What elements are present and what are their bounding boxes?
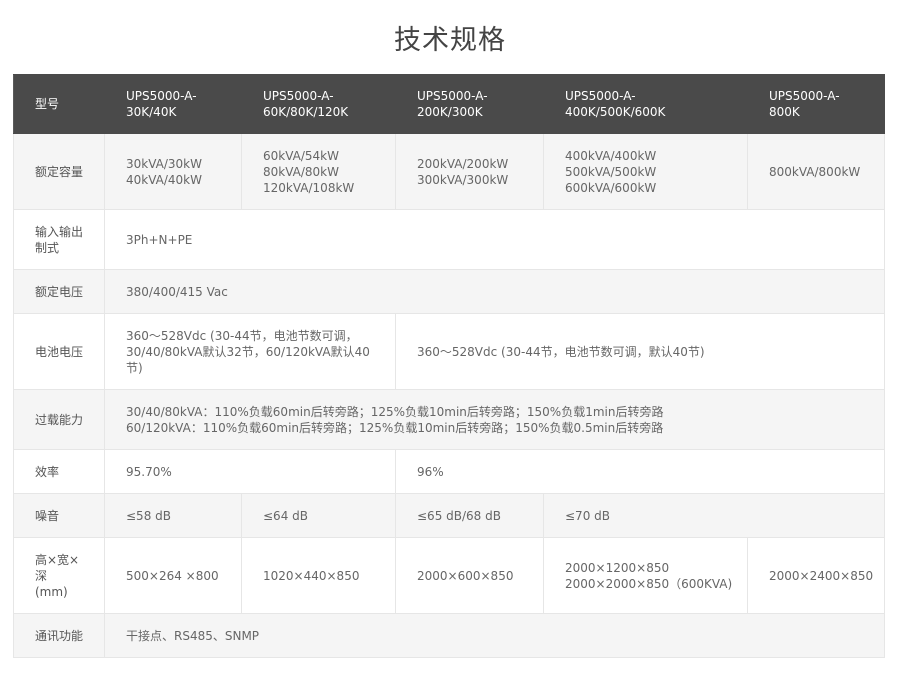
table-cell: 干接点、RS485、SNMP [104, 613, 885, 658]
table-row-communication: 通讯功能 干接点、RS485、SNMP [13, 613, 885, 658]
table-cell: 96% [395, 449, 885, 494]
table-row-efficiency: 效率 95.70% 96% [13, 449, 885, 494]
row-label: 通讯功能 [13, 613, 105, 658]
row-label: 额定电压 [13, 269, 105, 314]
spec-table: 型号 UPS5000-A- 30K/40K UPS5000-A- 60K/80K… [13, 74, 885, 658]
row-label: 输入输出 制式 [13, 209, 105, 270]
table-cell: ≤70 dB [543, 493, 885, 538]
table-cell: 30kVA/30kW 40kVA/40kW [104, 133, 242, 210]
table-cell: 360～528Vdc (30-44节，电池节数可调， 30/40/80kVA默认… [104, 313, 396, 390]
table-row-rated-capacity: 额定容量 30kVA/30kW 40kVA/40kW 60kVA/54kW 80… [13, 133, 885, 210]
table-row-io-system: 输入输出 制式 3Ph+N+PE [13, 209, 885, 270]
table-cell: 2000×600×850 [395, 537, 544, 614]
table-cell: 1020×440×850 [241, 537, 396, 614]
row-label: 噪音 [13, 493, 105, 538]
row-label: 过载能力 [13, 389, 105, 450]
table-header-row: 型号 UPS5000-A- 30K/40K UPS5000-A- 60K/80K… [13, 74, 885, 134]
table-row-dimensions: 高×宽× 深 (mm) 500×264 ×800 1020×440×850 20… [13, 537, 885, 614]
table-cell: 380/400/415 Vac [104, 269, 885, 314]
table-cell: 500×264 ×800 [104, 537, 242, 614]
table-cell: 800kVA/800kW [747, 133, 885, 210]
row-label: 效率 [13, 449, 105, 494]
table-cell: ≤64 dB [241, 493, 396, 538]
table-cell: 30/40/80kVA：110%负载60min后转旁路；125%负载10min后… [104, 389, 885, 450]
table-cell: 60kVA/54kW 80kVA/80kW 120kVA/108kW [241, 133, 396, 210]
header-model: 型号 [13, 74, 105, 134]
row-label: 额定容量 [13, 133, 105, 210]
table-row-overload: 过载能力 30/40/80kVA：110%负载60min后转旁路；125%负载1… [13, 389, 885, 450]
table-row-rated-voltage: 额定电压 380/400/415 Vac [13, 269, 885, 314]
table-cell: 3Ph+N+PE [104, 209, 885, 270]
table-cell: 2000×1200×850 2000×2000×850（600KVA) [543, 537, 748, 614]
header-60k-80k-120k: UPS5000-A- 60K/80K/120K [241, 74, 396, 134]
row-label: 电池电压 [13, 313, 105, 390]
table-cell: 200kVA/200kW 300kVA/300kW [395, 133, 544, 210]
table-cell: 360～528Vdc (30-44节，电池节数可调，默认40节) [395, 313, 885, 390]
table-cell: ≤58 dB [104, 493, 242, 538]
table-cell: 2000×2400×850 [747, 537, 885, 614]
table-cell: 95.70% [104, 449, 396, 494]
page-title: 技术规格 [394, 25, 506, 56]
table-row-noise: 噪音 ≤58 dB ≤64 dB ≤65 dB/68 dB ≤70 dB [13, 493, 885, 538]
header-30k-40k: UPS5000-A- 30K/40K [104, 74, 242, 134]
table-row-battery-voltage: 电池电压 360～528Vdc (30-44节，电池节数可调， 30/40/80… [13, 313, 885, 390]
row-label: 高×宽× 深 (mm) [13, 537, 105, 614]
table-cell: ≤65 dB/68 dB [395, 493, 544, 538]
header-200k-300k: UPS5000-A- 200K/300K [395, 74, 544, 134]
header-800k: UPS5000-A- 800K [747, 74, 885, 134]
header-400k-500k-600k: UPS5000-A- 400K/500K/600K [543, 74, 748, 134]
table-cell: 400kVA/400kW 500kVA/500kW 600kVA/600kW [543, 133, 748, 210]
